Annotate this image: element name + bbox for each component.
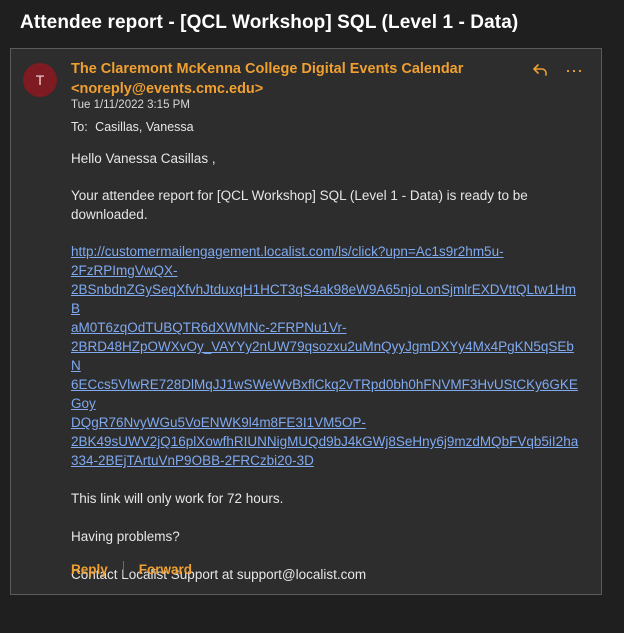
link-line: 2FzRPImgVwQX-	[71, 263, 178, 278]
link-line: http://customermailengagement.localist.c…	[71, 244, 504, 259]
more-icon[interactable]: ⋯	[565, 61, 583, 83]
email-card: T The Claremont McKenna College Digital …	[10, 48, 602, 595]
divider	[122, 561, 124, 577]
download-link[interactable]: http://customermailengagement.localist.c…	[71, 242, 581, 470]
link-line: 2BK49sUWV2jQ16plXowfhRIUNNigMUQd9bJ4kGWj…	[71, 434, 579, 449]
link-line: DQgR76NvyWGu5VoENWK9l4m8FE3I1VM5OP-	[71, 415, 366, 430]
intro-text: Your attendee report for [QCL Workshop] …	[71, 188, 528, 222]
link-line: 2BRD48HZpOWXvOy_VAYYy2nUW79qsozxu2uMnQyy…	[71, 339, 574, 373]
greeting: Hello Vanessa Casillas ,	[71, 151, 216, 166]
header-actions: ⋯	[531, 61, 583, 83]
email-subject: Attendee report - [QCL Workshop] SQL (Le…	[20, 12, 519, 33]
to-recipient[interactable]: Casillas, Vanessa	[95, 120, 193, 134]
link-line: 334-2BEjTArtuVnP9OBB-2FRCzbi20-3D	[71, 453, 314, 468]
problems-text: Having problems?	[71, 529, 180, 544]
forward-button[interactable]: Forward	[139, 562, 192, 577]
link-line: aM0T6zqOdTUBQTR6dXWMNc-2FRPNu1Vr-	[71, 320, 347, 335]
email-date: Tue 1/11/2022 3:15 PM	[71, 99, 190, 111]
footer-actions: Reply Forward	[71, 561, 192, 577]
to-line: To: Casillas, Vanessa	[71, 120, 194, 134]
email-body: Hello Vanessa Casillas , Your attendee r…	[71, 149, 581, 584]
sender-email: <noreply@events.cmc.edu>	[71, 81, 264, 97]
avatar: T	[23, 63, 57, 97]
reply-button[interactable]: Reply	[71, 562, 108, 577]
sender-block[interactable]: The Claremont McKenna College Digital Ev…	[71, 59, 491, 99]
link-line: 6ECcs5VlwRE728DlMqJJ1wSWeWvBxflCkq2vTRpd…	[71, 377, 578, 411]
sender-name: The Claremont McKenna College Digital Ev…	[71, 61, 464, 77]
link-line: 2BSnbdnZGySeqXfvhJtduxqH1HCT3qS4ak98eW9A…	[71, 282, 576, 316]
reply-icon[interactable]	[531, 61, 549, 83]
notice-text: This link will only work for 72 hours.	[71, 491, 284, 506]
to-label: To:	[71, 120, 88, 134]
